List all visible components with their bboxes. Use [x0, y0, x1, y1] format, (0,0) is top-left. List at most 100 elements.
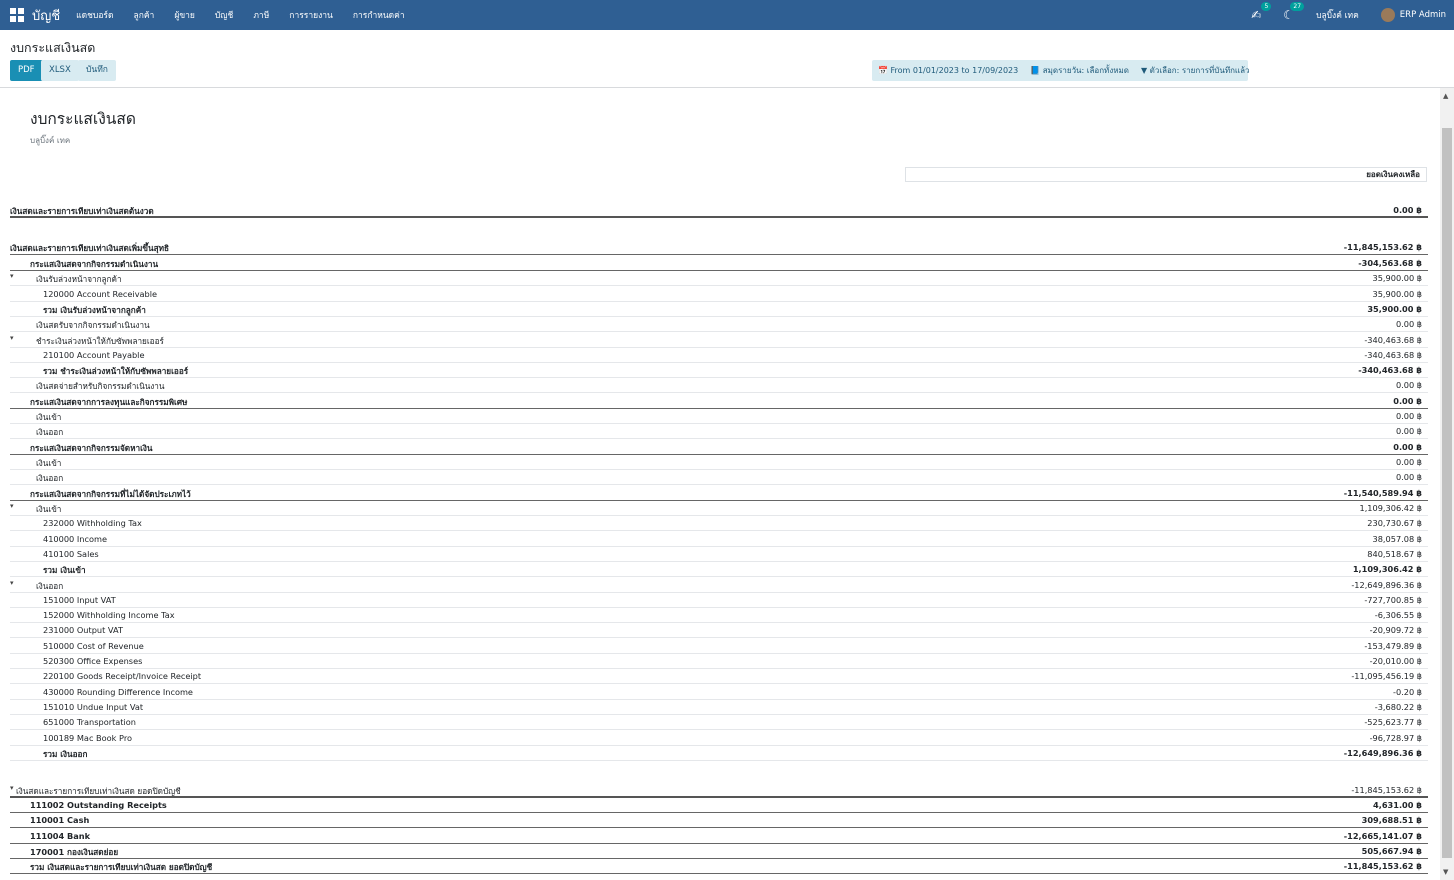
table-row: 170001 กองเงินสดย่อย 505,667.94 ฿	[10, 844, 1428, 859]
row-label: 151000 Input VAT	[43, 595, 116, 605]
caret-down-icon[interactable]: ▾	[10, 272, 14, 280]
save-button[interactable]: บันทึก	[78, 60, 116, 81]
company-switcher[interactable]: บลูบิ๊งค์ เทค	[1316, 8, 1359, 22]
table-row[interactable]: ▾ เงินออก -12,649,896.36 ฿	[10, 578, 1428, 593]
table-row: 520300 Office Expenses -20,010.00 ฿	[10, 654, 1428, 669]
row-amount: 35,900.00 ฿	[1367, 304, 1422, 314]
row-amount: 0.00 ฿	[1393, 205, 1422, 215]
row-label: 110001 Cash	[30, 815, 90, 825]
table-row[interactable]: ▾ เงินรับล่วงหน้าจากลูกค้า 35,900.00 ฿	[10, 271, 1428, 286]
table-row: เงินเข้า 0.00 ฿	[10, 455, 1428, 470]
row-label: เงินออก	[36, 427, 64, 437]
row-amount: 4,631.00 ฿	[1373, 800, 1422, 810]
apps-grid-icon[interactable]	[10, 8, 24, 22]
row-label: 151010 Undue Input Vat	[43, 702, 144, 712]
row-label: กระแสเงินสดจากกิจกรรมดำเนินงาน	[30, 259, 159, 269]
row-amount: 0.00 ฿	[1393, 396, 1422, 406]
row-label: ชำระเงินล่วงหน้าให้กับซัพพลายเออร์	[36, 336, 164, 346]
menu-dashboard[interactable]: แดชบอร์ด	[76, 8, 113, 22]
row-label: 231000 Output VAT	[43, 625, 123, 635]
row-amount: -12,649,896.36 ฿	[1343, 748, 1422, 758]
menu-customers[interactable]: ลูกค้า	[134, 8, 155, 22]
messages-icon[interactable]: ✍ 5	[1251, 2, 1272, 22]
row-label: รวม เงินสดและรายการเทียบเท่าเงินสด ยอดปิ…	[30, 862, 213, 872]
row-amount: 0.00 ฿	[1395, 457, 1422, 467]
table-row: กระแสเงินสดจากกิจกรรมจัดหาเงิน 0.00 ฿	[10, 440, 1428, 455]
row-amount: 0.00 ฿	[1395, 319, 1422, 329]
page-title: งบกระแสเงินสด	[10, 40, 96, 55]
row-amount: 0.00 ฿	[1393, 442, 1422, 452]
report-title: งบกระแสเงินสด	[30, 110, 136, 128]
scrollbar-thumb[interactable]	[1442, 128, 1452, 858]
table-row: 152000 Withholding Income Tax -6,306.55 ฿	[10, 608, 1428, 623]
row-label: 430000 Rounding Difference Income	[43, 687, 193, 697]
report-area: งบกระแสเงินสด บลูบิ๊งค์ เทค ยอดเงินคงเหล…	[0, 88, 1440, 880]
scroll-up-icon[interactable]: ▲	[1443, 92, 1448, 100]
journals-filter[interactable]: 📘 สมุดรายวัน: เลือกทั้งหมด	[1030, 64, 1129, 77]
row-amount: 0.00 ฿	[1395, 411, 1422, 421]
row-amount: -6,306.55 ฿	[1374, 610, 1422, 620]
date-filter-label: From 01/01/2023 to 17/09/2023	[890, 66, 1019, 75]
row-amount: -11,095,456.19 ฿	[1351, 671, 1422, 681]
table-row: 651000 Transportation -525,623.77 ฿	[10, 715, 1428, 730]
table-row[interactable]: ▾ เงินเข้า 1,109,306.42 ฿	[10, 501, 1428, 516]
table-row: เงินออก 0.00 ฿	[10, 470, 1428, 485]
balance-column-header: ยอดเงินคงเหลือ	[905, 167, 1427, 182]
row-amount: -340,463.68 ฿	[1364, 335, 1422, 345]
menu-accounting[interactable]: บัญชี	[215, 8, 233, 22]
table-row: กระแสเงินสดจากกิจกรรมที่ไม่ได้จัดประเภทไ…	[10, 486, 1428, 501]
avatar[interactable]	[1380, 8, 1395, 22]
row-amount: -153,479.89 ฿	[1364, 641, 1422, 651]
row-amount: 35,900.00 ฿	[1372, 289, 1422, 299]
row-label: กระแสเงินสดจากกิจกรรมจัดหาเงิน	[30, 443, 153, 453]
table-row[interactable]: ▾ ชำระเงินล่วงหน้าให้กับซัพพลายเออร์ -340,…	[10, 333, 1428, 348]
menu-configuration[interactable]: การกำหนดค่า	[353, 8, 405, 22]
row-amount: -12,649,896.36 ฿	[1351, 580, 1422, 590]
row-amount: 35,900.00 ฿	[1372, 273, 1422, 283]
row-label: 410000 Income	[43, 534, 107, 544]
date-filter[interactable]: 📅 From 01/01/2023 to 17/09/2023	[878, 66, 1018, 75]
caret-down-icon[interactable]: ▾	[10, 579, 14, 587]
activities-icon[interactable]: ☾ 27	[1283, 2, 1305, 22]
row-amount: -0.20 ฿	[1393, 687, 1422, 697]
row-label: กระแสเงินสดจากการลงทุนและกิจกรรมพิเศษ	[30, 397, 188, 407]
row-label: 170001 กองเงินสดย่อย	[30, 847, 119, 857]
journals-filter-label: สมุดรายวัน: เลือกทั้งหมด	[1042, 66, 1129, 75]
row-label: 510000 Cost of Revenue	[43, 641, 144, 651]
row-label: เงินสดรับจากกิจกรรมดำเนินงาน	[36, 320, 150, 330]
caret-down-icon[interactable]: ▾	[10, 784, 14, 792]
row-amount: -727,700.85 ฿	[1364, 595, 1422, 605]
table-row: เงินเข้า 0.00 ฿	[10, 409, 1428, 424]
row-label: เงินสดและรายการเทียบเท่าเงินสด ยอดปิดบัญ…	[16, 786, 181, 796]
options-filter-label: ตัวเลือก: รายการที่บันทึกแล้ว	[1149, 66, 1250, 75]
pdf-button[interactable]: PDF	[10, 60, 43, 81]
table-row: 151000 Input VAT -727,700.85 ฿	[10, 593, 1428, 608]
table-row: รวม เงินสดและรายการเทียบเท่าเงินสด ยอดปิ…	[10, 859, 1428, 874]
row-amount: 0.00 ฿	[1395, 380, 1422, 390]
scroll-down-icon[interactable]: ▼	[1443, 868, 1448, 876]
table-row: 430000 Rounding Difference Income -0.20 ฿	[10, 685, 1428, 700]
table-row: 232000 Withholding Tax 230,730.67 ฿	[10, 516, 1428, 531]
row-amount: 38,057.08 ฿	[1372, 534, 1422, 544]
row-amount: 230,730.67 ฿	[1367, 518, 1422, 528]
options-filter[interactable]: ▼ ตัวเลือก: รายการที่บันทึกแล้ว	[1141, 64, 1250, 77]
caret-down-icon[interactable]: ▾	[10, 502, 14, 510]
row-label: เงินออก	[36, 581, 64, 591]
row-label: เงินเข้า	[36, 504, 62, 514]
table-row: 100189 Mac Book Pro -96,728.97 ฿	[10, 731, 1428, 746]
table-row: 510000 Cost of Revenue -153,479.89 ฿	[10, 639, 1428, 654]
menu-tax[interactable]: ภาษี	[253, 8, 269, 22]
row-label: รวม ชำระเงินล่วงหน้าให้กับซัพพลายเออร์	[43, 366, 189, 376]
menu-vendors[interactable]: ผู้ขาย	[174, 8, 195, 22]
app-name[interactable]: บัญชี	[32, 5, 60, 26]
xlsx-button[interactable]: XLSX	[41, 60, 79, 81]
row-label: 111004 Bank	[30, 831, 91, 841]
caret-down-icon[interactable]: ▾	[10, 334, 14, 342]
table-row[interactable]: ▾ เงินสดและรายการเทียบเท่าเงินสด ยอดปิดบั…	[10, 783, 1428, 798]
menu-reporting[interactable]: การรายงาน	[289, 8, 333, 22]
table-row	[10, 758, 1428, 773]
user-menu[interactable]: ERP Admin	[1400, 10, 1446, 20]
control-panel: งบกระแสเงินสด PDF XLSX บันทึก 📅 From 01/…	[0, 30, 1454, 88]
row-amount: -20,909.72 ฿	[1369, 625, 1422, 635]
row-label: เงินสดและรายการเทียบเท่าเงินสดต้นงวด	[10, 206, 154, 216]
